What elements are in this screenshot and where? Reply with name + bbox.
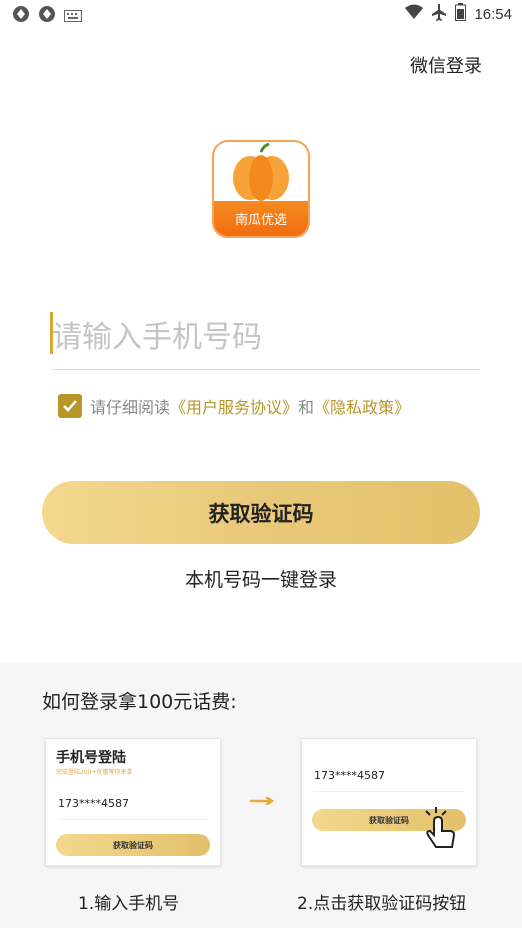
agreement-prefix: 请仔细阅读 — [90, 398, 171, 417]
status-time: 16:54 — [474, 5, 512, 23]
arrow-right-icon — [250, 797, 275, 805]
battery-icon — [455, 3, 467, 25]
wifi-icon — [405, 4, 424, 24]
guide-section: 如何登录拿100元话费: 手机号登陆 完成登陆200+优惠等你来拿 173***… — [0, 663, 522, 928]
card-divider — [314, 791, 464, 792]
app-icon — [12, 5, 30, 27]
status-bar: 16:54 — [0, 0, 522, 28]
privacy-policy-link[interactable]: 《隐私政策》 — [314, 394, 410, 418]
card-get-code-button: 获取验证码 — [56, 834, 210, 856]
card-subtitle: 完成登陆200+优惠等你来拿 — [56, 769, 133, 776]
user-agreement-link[interactable]: 《用户服务协议》 — [170, 394, 298, 418]
card-divider — [58, 819, 208, 820]
app-logo: 南瓜优选 — [212, 140, 310, 238]
guide-card-step2: 173****4587 获取验证码 — [301, 738, 477, 866]
airplane-icon — [431, 3, 447, 25]
one-click-login-link[interactable]: 本机号码一键登录 — [0, 565, 522, 592]
agreement-and: 和 — [298, 398, 315, 417]
app-icon — [38, 5, 56, 27]
checkmark-icon — [63, 400, 77, 412]
card-phone-number: 173****4587 — [314, 769, 385, 782]
step2-label: 2.点击获取验证码按钮 — [297, 894, 467, 914]
card-title: 手机号登陆 — [56, 750, 126, 766]
guide-title: 如何登录拿100元话费: — [42, 691, 237, 713]
phone-input[interactable] — [52, 305, 480, 370]
get-code-button[interactable]: 获取验证码 — [42, 481, 480, 544]
card-phone-number: 173****4587 — [58, 797, 129, 810]
keyboard-icon — [64, 7, 82, 26]
agreement-row: 请仔细阅读 《用户服务协议》 和 《隐私政策》 — [58, 394, 410, 418]
step1-label: 1.输入手机号 — [78, 894, 180, 914]
pumpkin-icon — [233, 142, 289, 201]
app-logo-name: 南瓜优选 — [234, 213, 287, 228]
agreement-checkbox[interactable] — [58, 394, 82, 418]
tap-hand-icon — [425, 807, 456, 848]
guide-card-step1: 手机号登陆 完成登陆200+优惠等你来拿 173****4587 获取验证码 — [45, 738, 221, 866]
wechat-login-link[interactable]: 微信登录 — [410, 52, 482, 78]
